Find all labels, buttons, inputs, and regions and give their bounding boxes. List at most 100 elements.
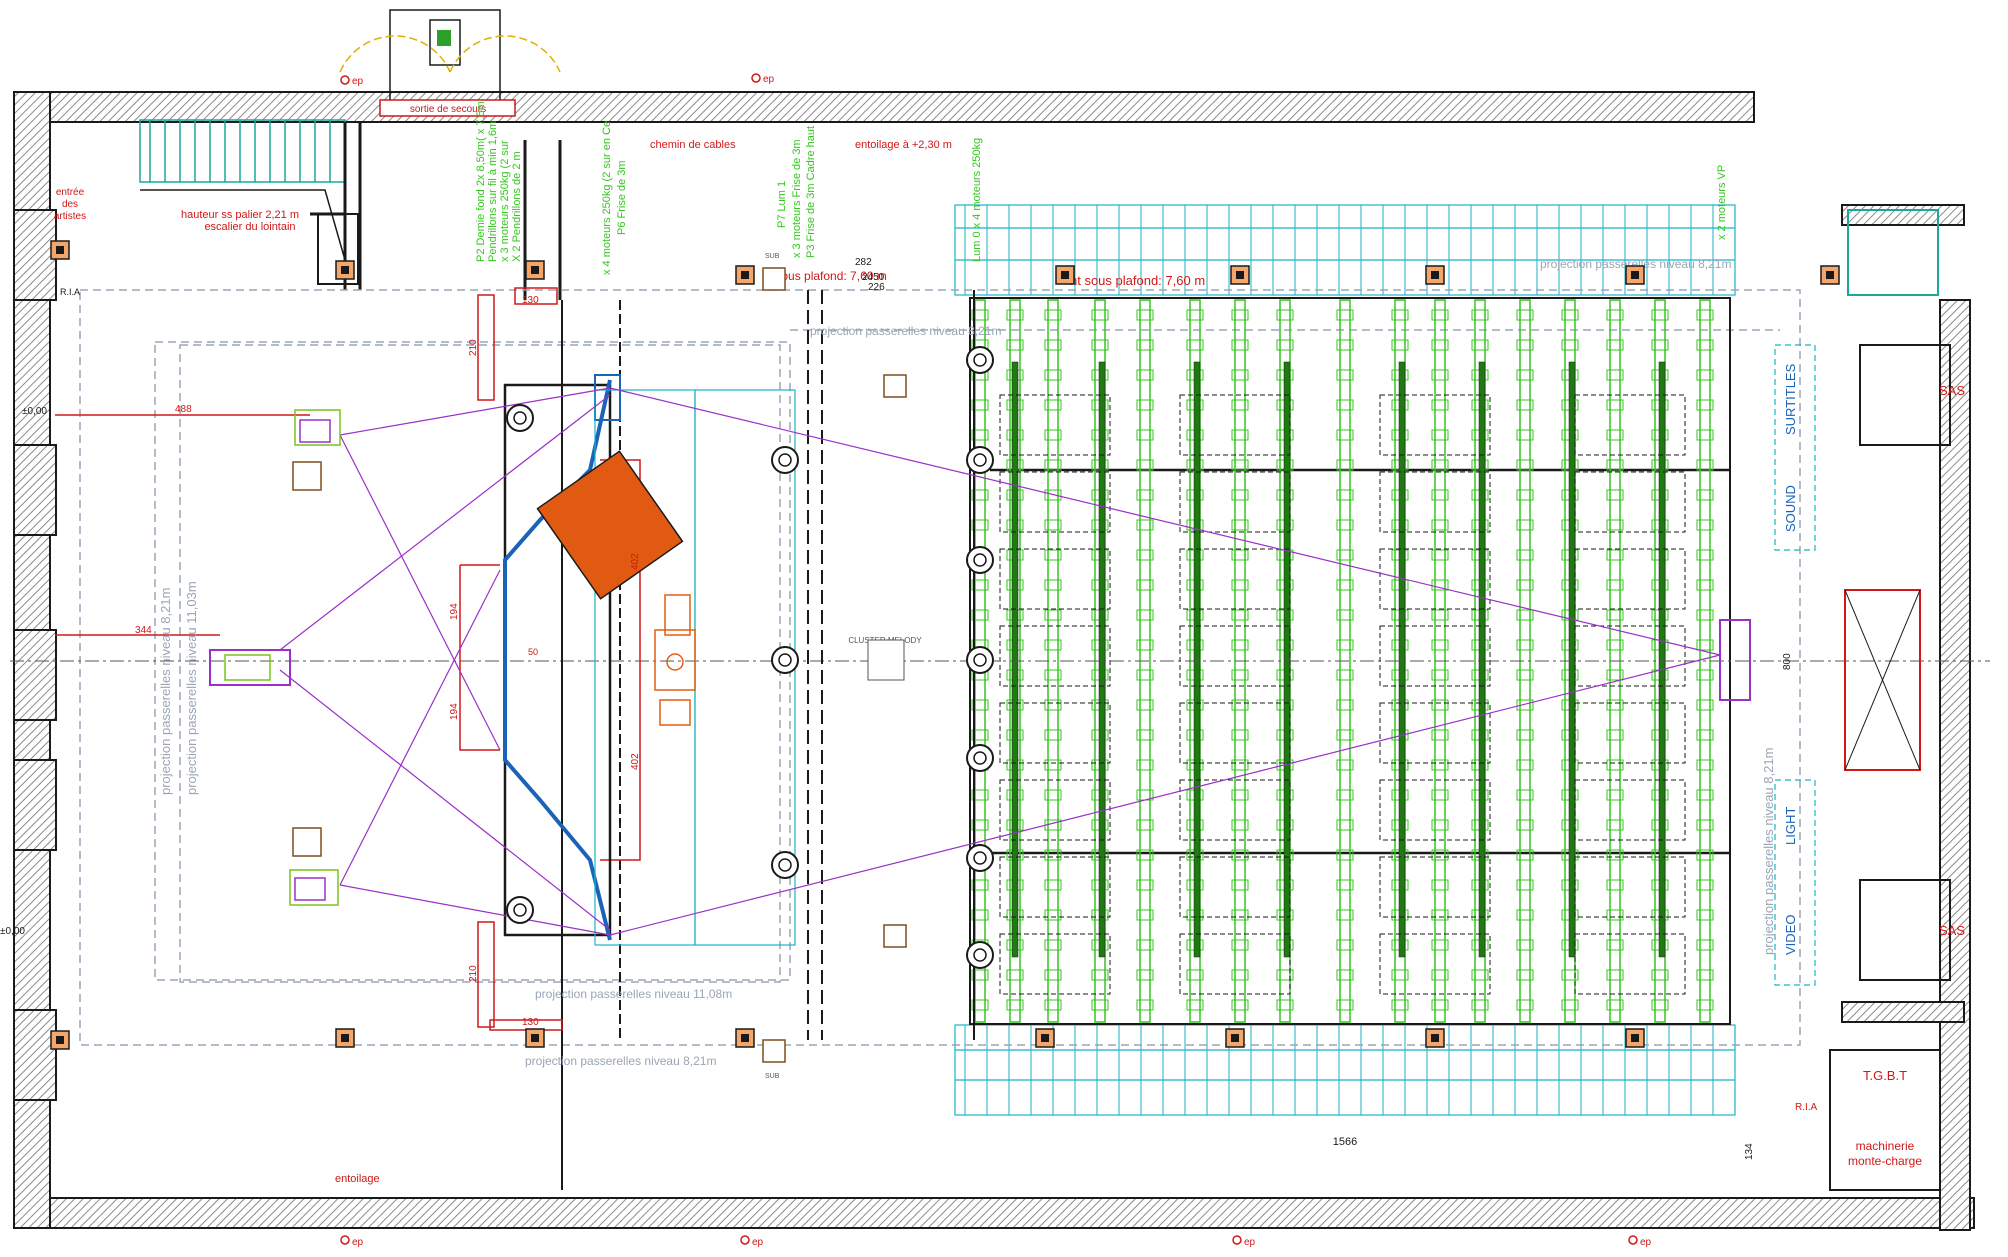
speaker-icon — [771, 646, 799, 674]
sound-label: SOUND — [1783, 485, 1798, 532]
note-1: P2 Demie fond 2x 8,50m( x 7,5m — [475, 101, 487, 262]
seat-row-fill — [1568, 361, 1576, 958]
proj-8-21-bottom: projection passerelles niveau 8,21m — [525, 1054, 716, 1068]
svg-text:ep: ep — [1640, 1237, 1652, 1248]
entoilage-top-label: entoilage à +2,30 m — [855, 139, 952, 151]
proj-8-21-mid: projection passerelles niveau 8,21m — [810, 324, 1001, 338]
rig-point-core — [1631, 271, 1639, 279]
machinerie-label-2: monte-charge — [1848, 1154, 1922, 1168]
rig-point-core — [341, 1034, 349, 1042]
note-3: x 3 moteurs 250kg (2 sur — [499, 140, 511, 262]
stage-platform — [503, 374, 796, 946]
right-wall-lower — [1841, 1001, 1965, 1023]
dim-134: 134 — [1744, 1143, 1755, 1160]
bottom-wall — [13, 1197, 1975, 1229]
floor-plan: sortie de secours chemin de cables entoi… — [0, 9, 1990, 1248]
entree-label-1: entrée — [56, 187, 85, 198]
svg-text:ep: ep — [752, 1237, 764, 1248]
speaker-icon — [966, 744, 994, 772]
speaker-icon — [966, 646, 994, 674]
surtitles-label: SURTITLES — [1783, 363, 1798, 435]
rig-point-core — [1231, 1034, 1239, 1042]
projection-frames — [79, 289, 1801, 1046]
control-booth — [1774, 344, 1816, 986]
note-8: x 3 moteurs Frise de 3m — [791, 139, 803, 258]
level-0-top: ±0,00 — [22, 406, 47, 417]
entree-label-3: artistes — [54, 211, 86, 222]
dim-1566: 1566 — [1333, 1136, 1357, 1148]
rig-point-core — [1041, 1034, 1049, 1042]
level-0-bottom: ±0,00 — [0, 926, 25, 937]
dim-194-top: 194 — [449, 603, 460, 620]
svg-text:ep: ep — [1244, 1237, 1256, 1248]
rig-point-core — [56, 1036, 64, 1044]
seat-row-fill — [1193, 361, 1201, 958]
dim-282: 282 — [855, 257, 872, 268]
rig-point-core — [1826, 271, 1834, 279]
rig-point-core — [741, 271, 749, 279]
dim-226: 226 — [868, 282, 885, 293]
note-6: P6 Frise de 3m — [616, 160, 628, 235]
speaker-icon — [771, 851, 799, 879]
speaker-icon — [506, 896, 534, 924]
rig-point-core — [531, 1034, 539, 1042]
red-dims — [55, 287, 641, 1031]
dim-130-top: 130 — [522, 295, 539, 306]
sas-top-label: SAS — [1939, 383, 1965, 398]
entree-label-2: des — [62, 199, 78, 210]
seat-row-fill — [1478, 361, 1486, 958]
dim-194-bottom: 194 — [449, 703, 460, 720]
stairs — [139, 119, 346, 290]
right-wall-upper — [1841, 204, 1965, 226]
seat-row-fill — [1098, 361, 1106, 958]
dim-50: 50 — [528, 647, 538, 657]
note-2: Pendrillons sur fil à min 1,6m — [487, 121, 499, 262]
escalier-label: escalier du lointain — [204, 221, 295, 233]
speaker-icon — [966, 446, 994, 474]
seat-row-fill — [1011, 361, 1019, 958]
dim-210-bottom: 210 — [468, 965, 479, 982]
rig-point-core — [341, 266, 349, 274]
proj-11-08: projection passerelles niveau 11,08m — [535, 987, 732, 1001]
speaker-icon — [506, 404, 534, 432]
machinerie-label-1: machinerie — [1856, 1139, 1915, 1153]
tgbt-label: T.G.B.T — [1863, 1068, 1907, 1083]
speakers — [506, 346, 994, 969]
rig-point-core — [56, 246, 64, 254]
rig-point-core — [1061, 271, 1069, 279]
video-label: VIDEO — [1783, 915, 1798, 955]
speaker-icon — [966, 346, 994, 374]
light-label: LIGHT — [1783, 807, 1798, 845]
dim-210-top: 210 — [468, 339, 479, 356]
right-wall — [1939, 299, 1971, 1231]
proj-8-21-left-vert: projection passerelles niveau 8,21m — [158, 588, 173, 795]
entoilage-bottom-label: entoilage — [335, 1173, 380, 1185]
dim-402-top: 402 — [630, 553, 641, 570]
svg-text:SUB: SUB — [765, 253, 780, 260]
grid-walkway-bottom — [954, 1024, 1736, 1116]
rig-point-core — [1431, 271, 1439, 279]
projectors — [209, 409, 341, 906]
chemin-de-cables-label: chemin de cables — [650, 139, 736, 151]
right-rooms — [1829, 209, 1951, 1191]
proj-8-21-right-vert: projection passerelles niveau 8,21m — [1761, 748, 1776, 955]
rig-point-core — [1631, 1034, 1639, 1042]
seat-box — [1574, 779, 1686, 841]
speaker-icon — [966, 546, 994, 574]
svg-text:ep: ep — [763, 74, 775, 85]
dim-344: 344 — [135, 625, 152, 636]
walkway-ticks — [964, 205, 1714, 1115]
note-11: x 2 moteurs VP — [1716, 165, 1728, 240]
speaker-icon — [771, 446, 799, 474]
speaker-icon — [966, 941, 994, 969]
rig-point-core — [1236, 271, 1244, 279]
note-7: P7 Lum 1 — [776, 181, 788, 228]
note-9: P3 Frise de 3m Cadre haut — [805, 126, 817, 258]
speaker-icon — [966, 844, 994, 872]
note-4: X 2 Pendrillons de 2 m — [511, 151, 523, 262]
svg-text:ep: ep — [352, 76, 364, 87]
rig-point-core — [1431, 1034, 1439, 1042]
rig-point-core — [741, 1034, 749, 1042]
seat-row-fill — [1658, 361, 1666, 958]
dim-488: 488 — [175, 404, 192, 415]
